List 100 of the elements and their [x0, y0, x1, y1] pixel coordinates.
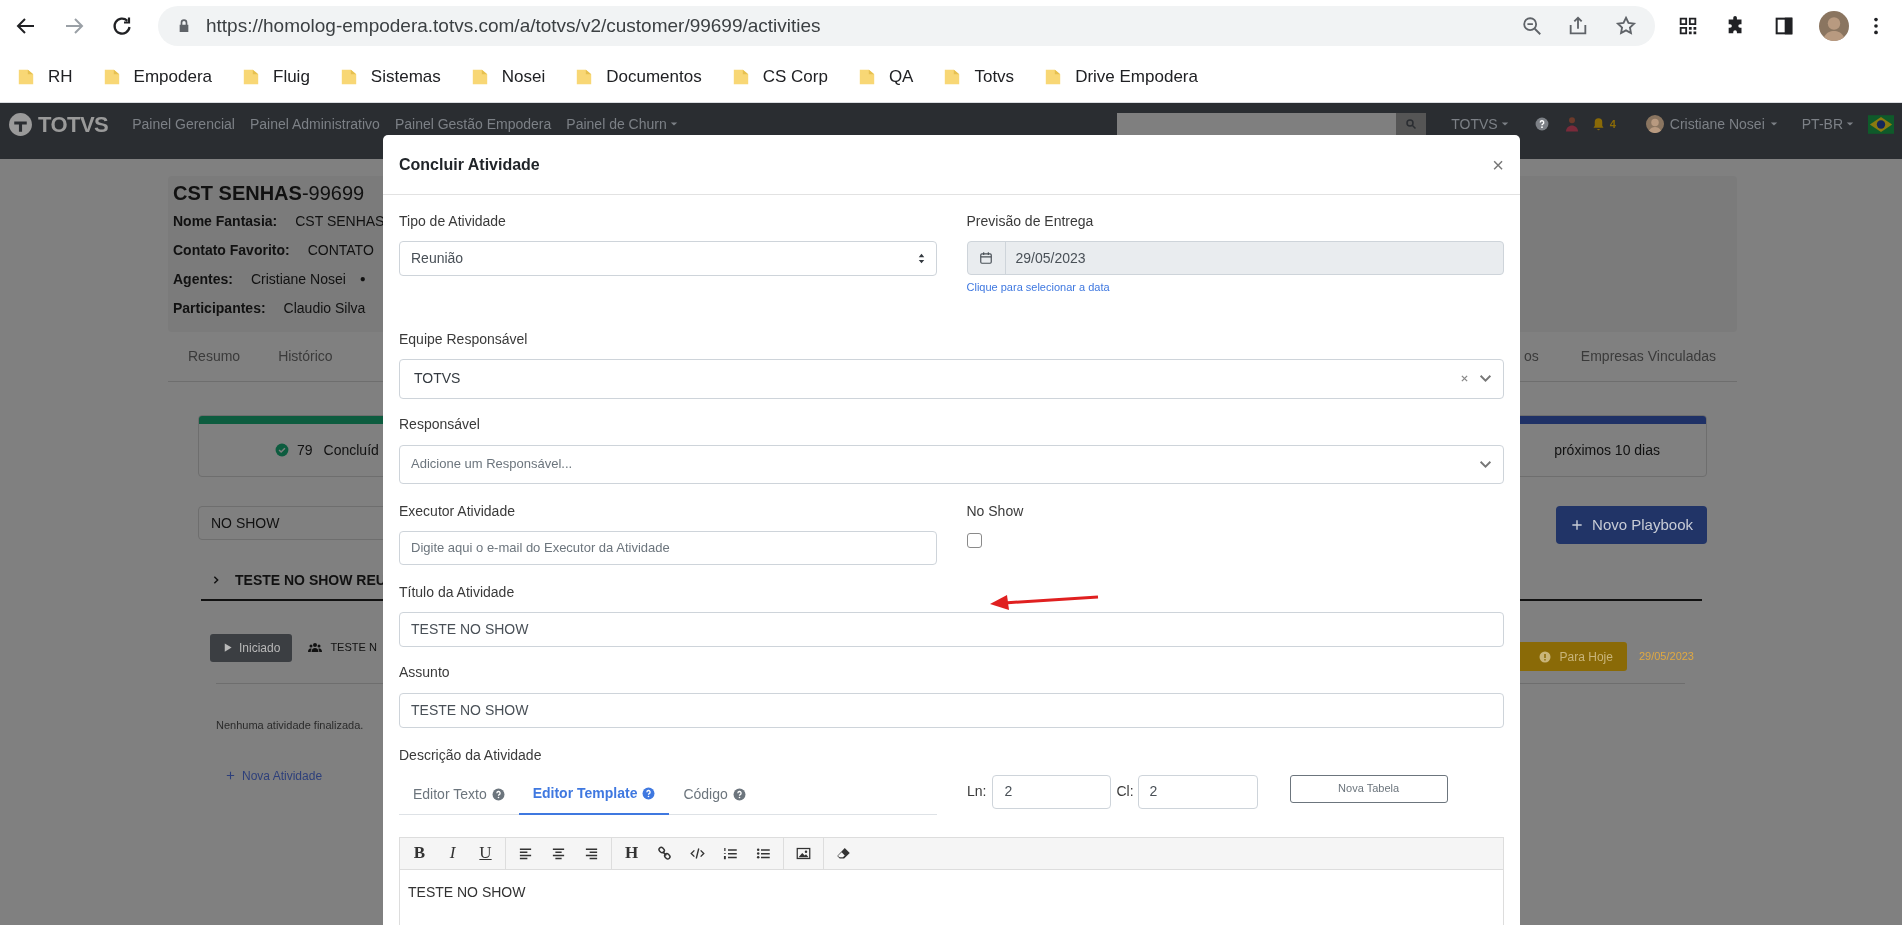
field-label: Cl:: [1116, 782, 1134, 801]
image-icon: [796, 845, 811, 861]
empty-message: Nenhuma atividade finalizada.: [216, 718, 364, 733]
caret-icon: [1846, 120, 1854, 128]
field-label: Previsão de Entrega: [966, 212, 1094, 231]
bookmark-folder[interactable]: RH: [17, 64, 73, 90]
toolbar-button[interactable]: H: [615, 837, 648, 869]
folder-icon: [857, 67, 876, 87]
caret-icon: [669, 120, 678, 128]
subject-input[interactable]: TESTE NO SHOW: [399, 692, 1504, 728]
toolbar-button[interactable]: U: [469, 837, 502, 869]
clear-icon[interactable]: [1460, 374, 1469, 383]
qr-code-icon[interactable]: [1677, 15, 1699, 37]
profile-avatar-icon[interactable]: [1819, 11, 1849, 41]
activity-type-select[interactable]: Reunião: [399, 241, 937, 276]
stat-count: 79: [297, 440, 313, 460]
folder-icon: [1044, 67, 1063, 87]
nav-link[interactable]: Painel de Churn: [566, 113, 678, 135]
field-label: Descrição da Atividade: [399, 745, 542, 765]
close-button[interactable]: ×: [1492, 154, 1504, 175]
sort-caret-icon: [917, 253, 925, 264]
bookmark-folder[interactable]: CS Corp: [731, 64, 828, 90]
address-bar[interactable]: https://homolog-empodera.totvs.com/a/totvs/v2/customer/99699/activities: [158, 6, 1655, 46]
play-icon: [222, 642, 233, 653]
date-field[interactable]: 29/05/2023: [966, 241, 1504, 275]
team-name: TESTE N: [330, 640, 377, 656]
editor-tab[interactable]: Editor Template: [518, 773, 670, 815]
bookmark-folder[interactable]: Nosei: [470, 64, 546, 90]
caret-icon: [1500, 120, 1509, 128]
new-playbook-button[interactable]: Novo Playbook: [1556, 506, 1707, 544]
link-icon: [657, 845, 672, 861]
alert-icon: [1538, 650, 1551, 663]
help-icon: [491, 787, 505, 801]
field-label: Nome Fantasia:: [173, 212, 278, 231]
field-value: CONTATO: [307, 241, 374, 260]
field-label: Participantes:: [173, 299, 266, 318]
bookmark-folder[interactable]: Documentos: [575, 64, 702, 90]
url-text: https://homolog-empodera.totvs.com/a/totvs/v2/customer/99699/activities: [206, 13, 821, 38]
status-dot-text: ●: [359, 272, 366, 286]
team-select[interactable]: TOTVS: [399, 358, 1504, 399]
check-circle-icon: [275, 443, 289, 457]
field-value: Claudio Silva: [283, 299, 366, 318]
help-icon[interactable]: [1534, 117, 1549, 131]
field-label: Contato Favorito:: [173, 241, 290, 260]
bookmark-folder[interactable]: Empodera: [102, 64, 212, 90]
user-avatar-icon[interactable]: [1645, 115, 1664, 133]
stat-label: Concluíd: [323, 440, 379, 460]
date-hint-link[interactable]: Clique para selecionar a data: [966, 279, 1504, 296]
bookmark-folder[interactable]: Drive Empodera: [1044, 64, 1198, 90]
toolbar-button[interactable]: I: [436, 837, 469, 869]
bookmark-star-icon[interactable]: [1615, 15, 1637, 37]
caret-icon: [1769, 120, 1778, 128]
chevron-right-icon[interactable]: [211, 574, 221, 586]
people-icon: [308, 642, 323, 653]
rows-input[interactable]: 2: [992, 774, 1112, 809]
toolbar-button[interactable]: B: [403, 837, 436, 869]
bookmark-folder[interactable]: QA: [857, 64, 914, 90]
chevron-down-icon: [1479, 372, 1492, 385]
folder-icon: [470, 67, 489, 87]
folder-icon: [102, 67, 121, 87]
bookmark-folder[interactable]: Totvs: [943, 64, 1015, 90]
calendar-icon: [979, 251, 993, 265]
user-menu[interactable]: Cristiane Nosei: [1669, 113, 1778, 135]
nav-link[interactable]: Painel Gerencial: [132, 113, 235, 135]
side-panel-icon[interactable]: [1773, 15, 1795, 37]
editor-tab[interactable]: Código: [669, 773, 760, 815]
align-right-icon: [584, 845, 599, 861]
folder-icon: [339, 67, 358, 87]
search-field[interactable]: [1117, 113, 1397, 135]
columns-input[interactable]: 2: [1137, 774, 1258, 809]
status-button[interactable]: Iniciado: [210, 633, 293, 662]
help-icon: [642, 786, 656, 800]
zoom-out-icon[interactable]: [1521, 15, 1543, 37]
code-icon: [690, 845, 705, 861]
ordered-list-icon: [723, 845, 738, 861]
nav-link[interactable]: Painel Gestão Empodera: [394, 113, 552, 135]
title-input[interactable]: TESTE NO SHOW: [399, 611, 1504, 647]
nav-link[interactable]: Painel Administrativo: [249, 113, 380, 135]
bookmark-folder[interactable]: Sistemas: [339, 64, 441, 90]
owner-select[interactable]: Adicione um Responsável...: [399, 444, 1504, 484]
brand-name[interactable]: TOTVS: [38, 107, 109, 141]
bookmark-folder[interactable]: Fluig: [242, 64, 310, 90]
editor-content: TESTE NO SHOW: [408, 882, 526, 902]
no-show-checkbox[interactable]: [966, 532, 982, 548]
logo-icon[interactable]: [8, 111, 33, 137]
share-icon[interactable]: [1567, 15, 1589, 37]
field-label: Assunto: [399, 662, 450, 682]
field-label: Executor Atividade: [399, 501, 515, 521]
field-label: Responsável: [399, 414, 480, 434]
modal-title: Concluir Atividade: [399, 154, 540, 175]
due-date: 29/05/2023: [1638, 649, 1694, 665]
flag-icon[interactable]: [1868, 114, 1894, 134]
field-label: Ln:: [967, 782, 987, 801]
new-table-button[interactable]: Nova Tabela: [1289, 774, 1448, 803]
plus-icon: [225, 770, 236, 781]
executor-input[interactable]: Digite aqui o e-mail do Executor da Atividade: [399, 530, 937, 565]
folder-icon: [575, 67, 594, 87]
notification-count: 4: [1609, 116, 1616, 132]
help-icon: [732, 787, 746, 801]
editor-tab[interactable]: Editor Texto: [399, 773, 519, 815]
